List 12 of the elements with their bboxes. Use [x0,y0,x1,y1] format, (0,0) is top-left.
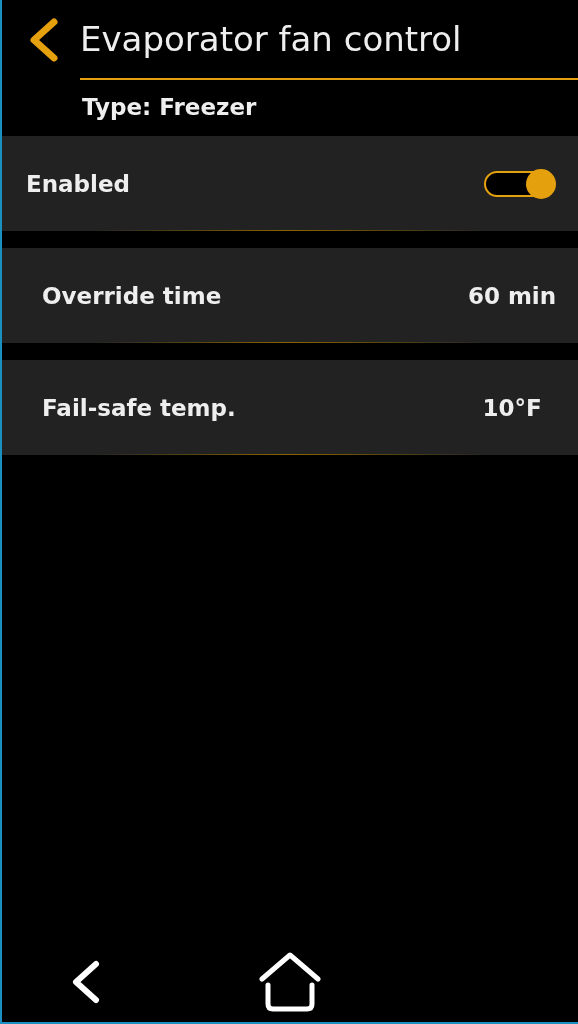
screen-title: Evaporator fan control [80,19,462,59]
setting-label: Override time [42,282,223,309]
setting-row[interactable]: Enabled [2,136,578,231]
type-label: Type: Freezer [82,94,258,120]
setting-value: 10°F [481,394,543,421]
setting-row[interactable]: Fail-safe temp. 10°F [2,360,578,455]
toggle-switch[interactable] [484,170,554,197]
setting-value: 60 min [466,282,558,309]
setting-row[interactable]: Override time 60 min [2,248,578,343]
setting-label: Fail-safe temp. [42,394,237,421]
home-button[interactable] [259,952,321,1012]
setting-label: Enabled [26,170,132,197]
